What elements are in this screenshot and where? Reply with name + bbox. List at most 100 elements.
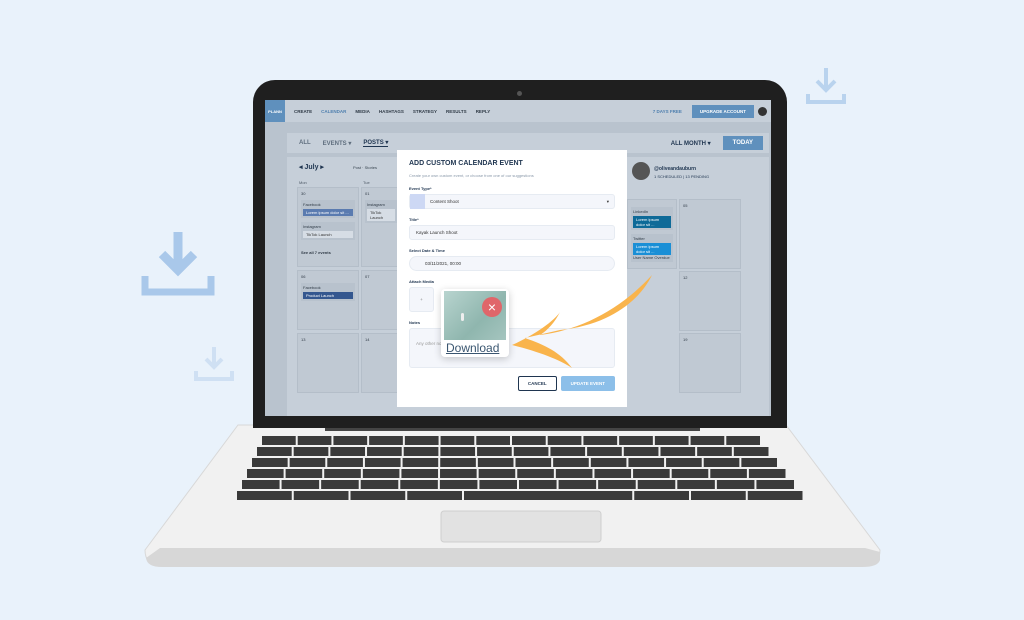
key (464, 491, 633, 500)
post-card: Facebook Lorem ipsum dolor sit ... (301, 200, 355, 218)
avatar[interactable] (758, 106, 767, 116)
post-card: Twitter Lorem ipsum dolor sit ... User Nam… (631, 234, 673, 262)
key (697, 447, 732, 456)
key (513, 447, 549, 456)
calendar-cell[interactable]: LinkedIn Lorem ipsum dolor sit ... Twitte… (627, 199, 677, 269)
key (477, 447, 512, 456)
event-type-select[interactable]: Content Shoot ▾ (409, 194, 615, 209)
calendar-cell[interactable]: 12 (679, 271, 741, 331)
date-label: Select Date & Time (409, 248, 445, 253)
key (285, 469, 323, 478)
key (402, 458, 439, 467)
key (747, 491, 803, 500)
key (619, 436, 653, 445)
media-label: Attach Media (409, 279, 434, 284)
color-swatch (410, 194, 425, 209)
key (677, 480, 715, 489)
key (671, 469, 709, 478)
key (242, 480, 280, 489)
key (237, 491, 292, 500)
key (748, 469, 786, 478)
title-input[interactable]: Kayak Launch Shoot (409, 225, 615, 240)
profile-handle: @oliveandauburn (654, 166, 697, 172)
logo[interactable]: PLANN (265, 100, 285, 122)
nav-calendar[interactable]: CALENDAR (321, 109, 346, 114)
legend-post: Post (353, 165, 362, 170)
month-label: July (304, 164, 319, 171)
key (321, 480, 359, 489)
app-screen: PLANN CREATE CALENDAR MEDIA HASHTAGS STR… (265, 100, 771, 416)
day-header: Mon (299, 180, 307, 185)
calendar-cell[interactable]: 13 (297, 333, 359, 393)
notes-textarea[interactable]: Any other notes... (409, 328, 615, 368)
key (733, 447, 769, 456)
notes-label: Notes (409, 320, 421, 325)
key (598, 480, 636, 489)
key (741, 458, 777, 467)
update-event-button[interactable]: UPDATE EVENT (560, 376, 615, 391)
key (555, 469, 593, 478)
profile-stats: 1 SCHEDULED | 13 PENDING (654, 174, 710, 179)
nav-create[interactable]: CREATE (294, 109, 312, 114)
add-media-button[interactable]: + (409, 287, 434, 312)
calendar-cell[interactable]: 19 (679, 333, 741, 393)
day-header: Tue (363, 180, 370, 185)
key (327, 458, 363, 467)
nav-results[interactable]: RESULTS (446, 109, 467, 114)
key (633, 469, 670, 478)
key (553, 458, 589, 467)
key (281, 480, 320, 489)
key (333, 436, 368, 445)
key (324, 469, 361, 478)
date-input[interactable]: 03/11/2021, 00:00 (409, 256, 615, 271)
calendar-cell[interactable]: 06 Facebook Product Launch (297, 270, 359, 330)
camera (517, 91, 522, 96)
key (252, 458, 288, 467)
post-card: Instagram TikTok Launch (301, 222, 355, 240)
nav-media[interactable]: MEDIA (355, 109, 370, 114)
filter-events[interactable]: EVENTS ▾ (323, 140, 352, 147)
key (362, 469, 400, 478)
key (440, 469, 477, 478)
key (654, 436, 689, 445)
key (583, 436, 618, 445)
calendar-cell[interactable]: 30 Facebook Lorem ipsum dolor sit ... Ins… (297, 187, 359, 267)
key (330, 447, 366, 456)
key (590, 458, 627, 467)
see-all-link[interactable]: See all 7 events (301, 250, 355, 255)
trackpad (440, 510, 602, 543)
profile-card[interactable]: @oliveandauburn 1 SCHEDULED | 13 PENDING (632, 162, 742, 186)
key (297, 436, 332, 445)
filter-posts[interactable]: POSTS ▾ (363, 139, 389, 147)
all-month-dropdown[interactable]: ALL MONTH ▾ (671, 140, 711, 147)
cancel-button[interactable]: CANCEL (517, 376, 557, 391)
today-button[interactable]: TODAY (722, 136, 763, 150)
key (550, 447, 586, 456)
key (440, 447, 476, 456)
filter-all[interactable]: ALL (299, 140, 311, 146)
calendar-cell[interactable]: 07 (361, 270, 401, 330)
title-label: Title* (409, 217, 419, 222)
nav-reply[interactable]: REPLY (476, 109, 491, 114)
remove-icon[interactable]: × (482, 297, 502, 317)
calendar-cell[interactable]: 01 Instagram TikTok Launch (361, 187, 401, 267)
nav-hashtags[interactable]: HASHTAGS (379, 109, 404, 114)
key (364, 458, 401, 467)
nav-strategy[interactable]: STRATEGY (413, 109, 437, 114)
key (587, 447, 622, 456)
calendar-cell[interactable]: 14 (361, 333, 401, 393)
download-link[interactable]: Download (446, 341, 499, 355)
calendar-cell[interactable]: 05 (679, 199, 741, 269)
top-nav: PLANN CREATE CALENDAR MEDIA HASHTAGS STR… (265, 100, 771, 122)
upgrade-button[interactable]: UPGRADE ACCOUNT (691, 104, 754, 118)
key (247, 469, 284, 478)
modal-subtitle: Create your own custom event, or choose … (409, 173, 534, 178)
key (660, 447, 696, 456)
add-event-modal: ADD CUSTOM CALENDAR EVENT Create your ow… (397, 150, 627, 407)
key (350, 491, 406, 500)
key (479, 480, 517, 489)
key (440, 436, 475, 445)
key (440, 458, 476, 467)
legend-stories: Stories (364, 165, 378, 170)
key (257, 447, 292, 456)
